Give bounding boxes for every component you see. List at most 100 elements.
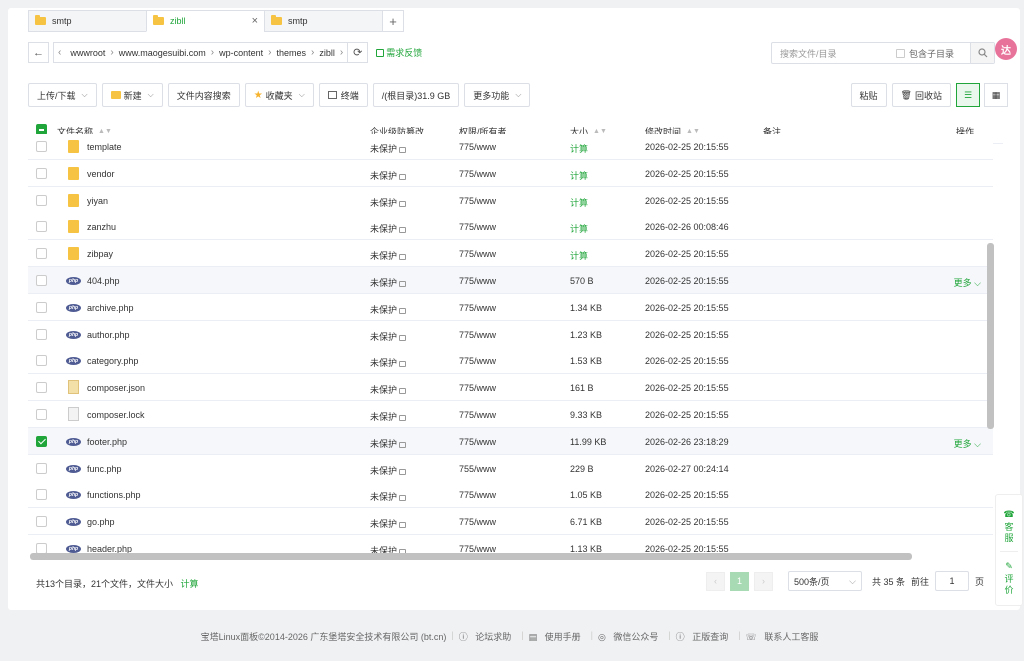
table-row[interactable]: php func.php 未保护 755/www 229 B 2026-02-27 00:…	[28, 454, 993, 482]
protect-status[interactable]: 未保护	[370, 437, 407, 450]
table-row[interactable]: php header.php 未保护 775/www 1.13 KB 2026-02-25…	[28, 535, 993, 553]
crumb-wwwroot[interactable]: wwwroot	[65, 48, 110, 58]
row-more-menu[interactable]: 更多 ⌵	[954, 276, 981, 289]
row-checkbox[interactable]	[36, 141, 47, 152]
add-tab-button[interactable]: +	[382, 10, 404, 32]
row-checkbox[interactable]	[36, 301, 47, 313]
file-name[interactable]: vendor	[87, 169, 115, 179]
file-name[interactable]: footer.php	[87, 437, 127, 447]
manual-link[interactable]: ▤ 使用手册	[529, 630, 586, 643]
forum-link[interactable]: ⓘ 论坛求助	[459, 630, 517, 643]
more-features-button[interactable]: 更多功能 ⌵	[464, 83, 531, 107]
file-size[interactable]: 计算	[570, 142, 588, 155]
terminal-button[interactable]: 终端	[318, 83, 368, 107]
permission[interactable]: 775/www	[459, 544, 496, 553]
file-name[interactable]: zibpay	[87, 249, 113, 259]
feedback-link[interactable]: 需求反馈	[376, 46, 422, 59]
row-checkbox[interactable]	[36, 382, 47, 394]
row-checkbox[interactable]	[36, 516, 47, 528]
permission[interactable]: 775/www	[459, 383, 496, 393]
row-checkbox[interactable]	[36, 248, 47, 260]
upload-download-button[interactable]: 上传/下载 ⌵	[28, 83, 97, 107]
protect-status[interactable]: 未保护	[370, 196, 407, 209]
file-name[interactable]: author.php	[87, 330, 130, 340]
protect-status[interactable]: 未保护	[370, 490, 407, 503]
permission[interactable]: 775/www	[459, 303, 496, 313]
file-size[interactable]: 计算	[570, 249, 588, 262]
permission[interactable]: 775/www	[459, 356, 496, 366]
permission[interactable]: 775/www	[459, 142, 496, 152]
wechat-link[interactable]: ◎ 微信公众号	[598, 630, 663, 643]
permission[interactable]: 775/www	[459, 222, 496, 232]
vertical-scrollbar[interactable]	[987, 243, 994, 429]
search-button[interactable]	[970, 43, 994, 63]
crumb-zibll[interactable]: zibll	[314, 48, 340, 58]
chevron-left-icon[interactable]: ‹	[54, 47, 65, 58]
tab-zibll[interactable]: zibll ×	[146, 10, 265, 32]
tab-smtp-1[interactable]: smtp	[28, 10, 147, 32]
row-checkbox[interactable]	[36, 221, 47, 233]
permission[interactable]: 775/www	[459, 169, 496, 179]
file-name[interactable]: composer.json	[87, 383, 145, 393]
file-name[interactable]: go.php	[87, 517, 115, 527]
file-size[interactable]: 计算	[570, 169, 588, 182]
table-row[interactable]: php 404.php 未保护 775/www 570 B 2026-02-25 20:1…	[28, 267, 993, 294]
tab-smtp-2[interactable]: smtp	[264, 10, 383, 32]
permission[interactable]: 755/www	[459, 464, 496, 474]
row-checkbox[interactable]	[36, 328, 47, 340]
protect-status[interactable]: 未保护	[370, 383, 407, 396]
table-row[interactable]: php category.php 未保护 775/www 1.53 KB 2026-02-…	[28, 347, 993, 375]
permission[interactable]: 775/www	[459, 196, 496, 206]
page-size-select[interactable]: 500条/页 ⌵	[788, 571, 862, 591]
row-checkbox[interactable]	[36, 462, 47, 474]
table-row[interactable]: composer.json 未保护 775/www 161 B 2026-02-25 2…	[28, 374, 993, 402]
permission[interactable]: 775/www	[459, 249, 496, 259]
disk-button[interactable]: /(根目录)31.9 GB	[372, 83, 460, 107]
next-page-button[interactable]: ›	[754, 571, 773, 591]
file-name[interactable]: template	[87, 142, 122, 152]
protect-status[interactable]: 未保护	[370, 356, 407, 369]
file-name[interactable]: 404.php	[87, 276, 120, 286]
rate-button[interactable]: ✎ 评价	[996, 561, 1022, 596]
protect-status[interactable]: 未保护	[370, 517, 407, 530]
back-button[interactable]: ←	[28, 42, 49, 63]
row-checkbox[interactable]	[36, 194, 47, 206]
row-checkbox[interactable]	[36, 355, 47, 367]
permission[interactable]: 775/www	[459, 490, 496, 500]
permission[interactable]: 775/www	[459, 276, 496, 286]
protect-status[interactable]: 未保护	[370, 464, 407, 477]
file-name[interactable]: zanzhu	[87, 222, 116, 232]
protect-status[interactable]: 未保护	[370, 222, 407, 235]
table-row[interactable]: composer.lock 未保护 775/www 9.33 KB 2026-02-25…	[28, 401, 993, 428]
protect-status[interactable]: 未保护	[370, 142, 407, 155]
goto-page-input[interactable]: 1	[935, 571, 970, 591]
genuine-link[interactable]: ⓘ 正版查询	[676, 630, 734, 643]
protect-status[interactable]: 未保护	[370, 276, 407, 289]
protect-status[interactable]: 未保护	[370, 330, 407, 343]
permission[interactable]: 775/www	[459, 410, 496, 420]
recycle-bin-button[interactable]: 🗑 回收站	[891, 83, 951, 107]
file-name[interactable]: func.php	[87, 464, 122, 474]
table-row[interactable]: php archive.php 未保护 775/www 1.34 KB 2026-02-2…	[28, 293, 993, 321]
grid-view-button[interactable]: ▦	[984, 83, 1008, 107]
favorites-button[interactable]: ★ 收藏夹 ⌵	[244, 83, 314, 107]
table-row[interactable]: zibpay 未保护 775/www 计算 2026-02-25 20:15:55	[28, 240, 993, 268]
crumb-site[interactable]: www.maogesuibi.com	[114, 48, 211, 58]
paste-button[interactable]: 粘贴	[850, 83, 887, 107]
table-row[interactable]: php go.php 未保护 775/www 6.71 KB 2026-02-25 20:…	[28, 508, 993, 536]
summary-calc-link[interactable]: 计算	[181, 579, 199, 589]
crumb-wp-content[interactable]: wp-content	[214, 48, 268, 58]
row-checkbox[interactable]	[36, 543, 47, 553]
permission[interactable]: 775/www	[459, 517, 496, 527]
file-size[interactable]: 计算	[570, 196, 588, 209]
table-row[interactable]: zanzhu 未保护 775/www 计算 2026-02-26 00:08:46	[28, 213, 993, 241]
include-subdir-toggle[interactable]: 包含子目录	[896, 47, 954, 60]
protect-status[interactable]: 未保护	[370, 303, 407, 316]
close-icon[interactable]: ×	[252, 15, 258, 27]
row-checkbox[interactable]	[36, 409, 47, 420]
file-name[interactable]: functions.php	[87, 490, 141, 500]
page-number[interactable]: 1	[730, 571, 749, 591]
new-button[interactable]: 新建 ⌵	[101, 83, 163, 107]
table-row[interactable]: php footer.php 未保护 775/www 11.99 KB 2026-02-2…	[28, 427, 993, 455]
horizontal-scrollbar[interactable]	[30, 553, 912, 560]
